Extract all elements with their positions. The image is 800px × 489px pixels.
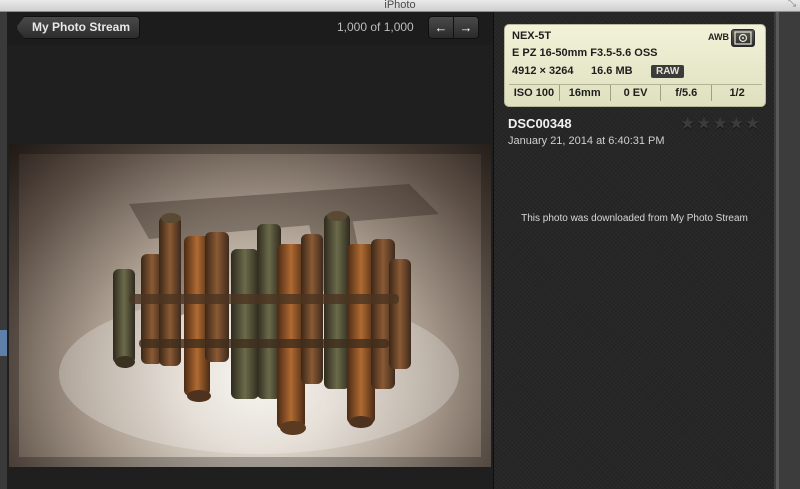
photo-illustration [9, 144, 491, 467]
source-note: This photo was downloaded from My Photo … [521, 213, 748, 224]
shutter-speed: 1/2 [711, 85, 762, 101]
metering-mode-icon [731, 29, 755, 47]
camera-info-card: NEX-5T E PZ 16-50mm F3.5-5.6 OSS 4912 × … [504, 24, 766, 107]
file-size: 16.6 MB [591, 65, 633, 77]
window-titlebar: iPhoto ⤡ [0, 0, 800, 12]
info-panel: NEX-5T E PZ 16-50mm F3.5-5.6 OSS 4912 × … [493, 12, 774, 489]
scrollbar-track[interactable] [776, 12, 779, 489]
white-balance: AWB [708, 32, 729, 42]
exposure-bias: 0 EV [609, 85, 661, 101]
back-to-album-button[interactable]: My Photo Stream [16, 16, 141, 39]
format-badge: RAW [651, 65, 685, 78]
photo-title[interactable]: DSC00348 [508, 116, 572, 131]
lens-model: E PZ 16-50mm F3.5-5.6 OSS [512, 47, 658, 59]
photo-date: January 21, 2014 at 6:40:31 PM [508, 135, 665, 147]
photo-counter: 1,000 of 1,000 [337, 20, 414, 34]
right-window-edge [774, 12, 800, 489]
viewer-toolbar: My Photo Stream 1,000 of 1,000 ← → [7, 12, 493, 45]
image-dimensions: 4912 × 3264 [512, 65, 574, 77]
rating-stars[interactable]: ★★★★★ [680, 114, 761, 134]
photo-navigation: ← → [428, 16, 479, 39]
iso-value: ISO 100 [513, 87, 555, 99]
photo-viewer: My Photo Stream 1,000 of 1,000 ← → [7, 12, 493, 489]
left-sidebar-edge [0, 12, 7, 489]
resize-icon[interactable]: ⤡ [788, 0, 796, 9]
previous-photo-button[interactable]: ← [429, 17, 453, 38]
selected-source-indicator [0, 330, 7, 356]
exposure-params: ISO 100 16mm 0 EV f/5.6 1/2 [509, 84, 762, 101]
camera-model: NEX-5T [512, 30, 552, 42]
photo-image[interactable] [9, 144, 491, 467]
aperture: f/5.6 [660, 85, 711, 101]
focal-length: 16mm [558, 85, 610, 101]
window-title: iPhoto [384, 0, 416, 11]
next-photo-button[interactable]: → [453, 17, 478, 38]
